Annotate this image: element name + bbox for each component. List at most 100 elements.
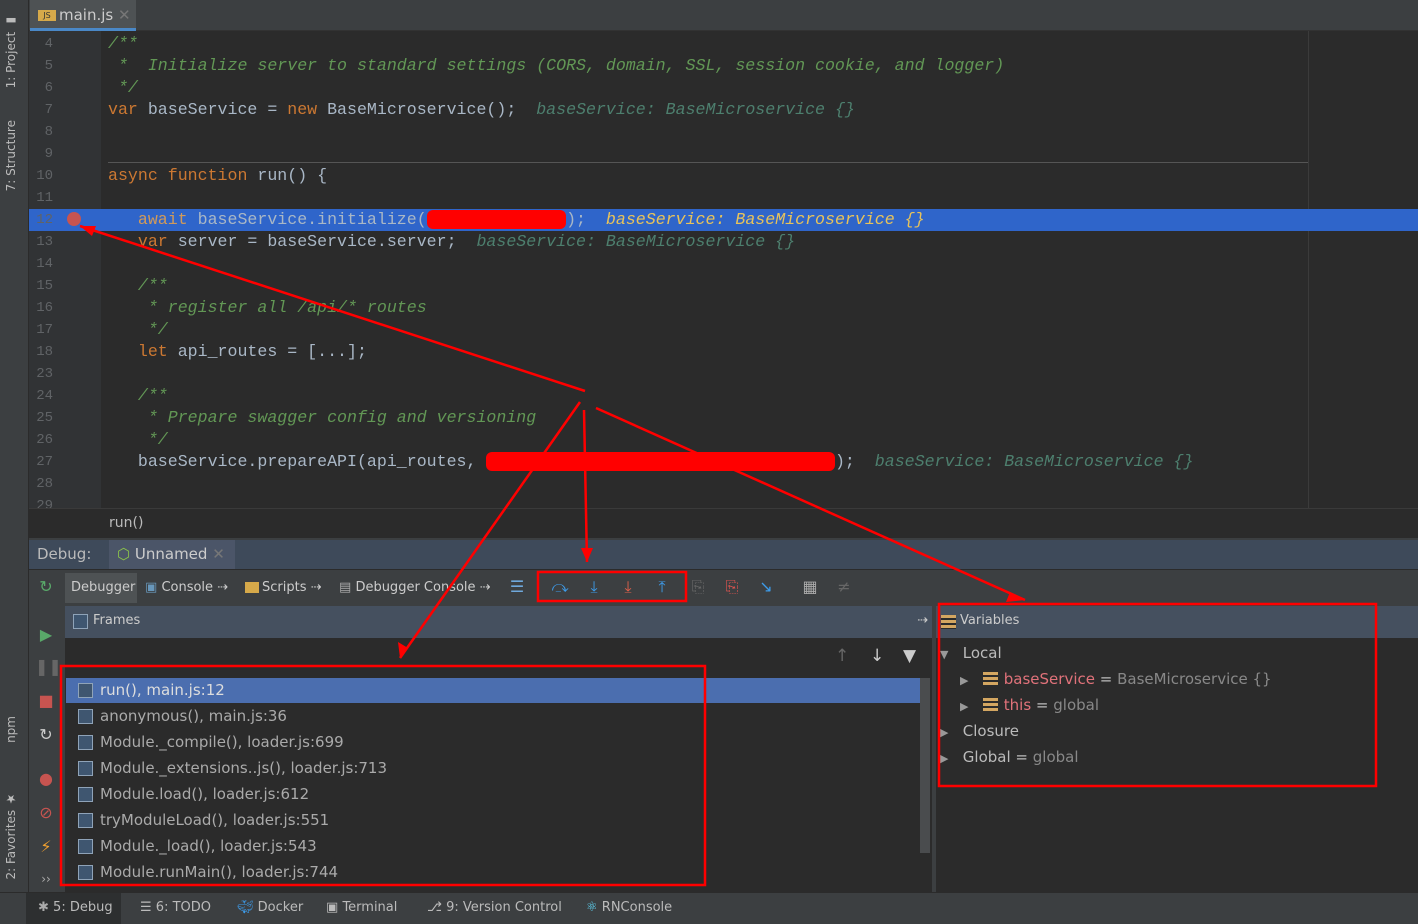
frame-row[interactable]: run(), main.js:12 xyxy=(66,678,922,703)
step-over-icon[interactable]: ⤼ xyxy=(549,576,571,598)
line-number[interactable]: 10 xyxy=(29,165,53,187)
line-number[interactable]: 4 xyxy=(29,33,53,55)
trace-icon[interactable]: ≠ xyxy=(833,576,855,598)
line-number[interactable]: 16 xyxy=(29,297,53,319)
frame-row[interactable]: Module._load(), loader.js:543 xyxy=(66,834,922,859)
pause-icon[interactable]: ❚❚ xyxy=(35,656,62,678)
line-number[interactable]: 11 xyxy=(29,187,53,209)
view-breakpoints-icon[interactable]: ● xyxy=(35,768,57,790)
line-number[interactable]: 5 xyxy=(29,55,53,77)
code-line[interactable]: 16 * register all /api/* routes xyxy=(29,297,1418,319)
code-line[interactable]: 23 xyxy=(29,363,1418,385)
code-editor[interactable]: 4 /** 5 * Initialize server to standard se… xyxy=(29,31,1418,508)
line-number[interactable]: 12 xyxy=(29,209,53,231)
run-to-cursor-icon[interactable]: ↘ xyxy=(755,576,777,598)
expand-icon[interactable]: ▶ xyxy=(960,674,968,687)
code-line[interactable]: 11 xyxy=(29,187,1418,209)
npm-tool-tab[interactable]: npm xyxy=(4,716,18,743)
frame-row[interactable]: Module.load(), loader.js:612 xyxy=(66,782,922,807)
line-number[interactable]: 26 xyxy=(29,429,53,451)
stop-icon[interactable]: ■ xyxy=(35,690,57,712)
code-line[interactable]: 17 */ xyxy=(29,319,1418,341)
line-number[interactable]: 27 xyxy=(29,451,53,473)
code-line[interactable]: 14 xyxy=(29,253,1418,275)
structure-tool-tab[interactable]: 7: Structure xyxy=(4,120,18,191)
lightning-icon[interactable]: ⚡ xyxy=(35,836,57,858)
frame-row[interactable]: anonymous(), main.js:36 xyxy=(66,704,922,729)
code-line[interactable]: 15 /** xyxy=(29,275,1418,297)
breadcrumb[interactable]: run() xyxy=(29,508,1418,538)
show-execution-point-icon[interactable]: ☰ xyxy=(506,576,528,598)
next-frame-icon[interactable]: ↓ xyxy=(870,646,884,666)
filter-icon[interactable]: ▼ xyxy=(903,646,916,666)
tree-node-closure[interactable]: ▶ Closure xyxy=(940,722,1019,740)
line-number[interactable]: 8 xyxy=(29,121,53,143)
tab-debugger[interactable]: Debugger xyxy=(65,573,137,603)
more-icon[interactable]: ›› xyxy=(35,868,57,890)
tab-scripts[interactable]: Scripts ⇢ xyxy=(245,573,322,603)
debug-tool-button[interactable]: ✱ 5: Debug xyxy=(26,893,121,924)
tab-debugger-console[interactable]: ▤ Debugger Console ⇢ xyxy=(339,573,491,603)
pin-icon[interactable]: ⇢ xyxy=(917,613,928,628)
line-number[interactable]: 9 xyxy=(29,143,53,165)
resume-icon[interactable]: ▶ xyxy=(35,624,57,646)
frames-scrollbar[interactable] xyxy=(920,678,930,853)
code-line[interactable]: 28 xyxy=(29,473,1418,495)
evaluate-expression-icon[interactable]: ▦ xyxy=(799,576,821,598)
code-line[interactable]: 7 var baseService = new BaseMicroservice(… xyxy=(29,99,1418,121)
code-line[interactable]: 18 let api_routes = [...]; xyxy=(29,341,1418,363)
frame-row[interactable]: Module._extensions..js(), loader.js:713 xyxy=(66,756,922,781)
previous-frame-icon[interactable]: ↑ xyxy=(835,646,849,666)
tab-console[interactable]: ▣ Console ⇢ xyxy=(145,573,228,603)
line-number[interactable]: 13 xyxy=(29,231,53,253)
code-line[interactable]: 25 * Prepare swagger config and versioni… xyxy=(29,407,1418,429)
force-return-icon[interactable]: ⎘ xyxy=(721,576,743,598)
code-line[interactable]: 6 */ xyxy=(29,77,1418,99)
expand-icon[interactable]: ▶ xyxy=(960,700,968,713)
rnconsole-tool-button[interactable]: ⚛ RNConsole xyxy=(586,900,672,915)
debug-session-tab[interactable]: ⬡ Unnamed ✕ xyxy=(109,540,235,569)
code-line[interactable]: 8 xyxy=(29,121,1418,143)
favorites-tool-tab[interactable]: 2: Favorites ★ xyxy=(4,792,18,880)
line-number[interactable]: 29 xyxy=(29,495,53,508)
tree-node-local[interactable]: ▼ Local xyxy=(940,644,1002,662)
line-number[interactable]: 24 xyxy=(29,385,53,407)
drop-frame-icon[interactable]: ⎘ xyxy=(687,576,709,598)
mute-breakpoints-icon[interactable]: ⊘ xyxy=(35,802,57,824)
step-out-icon[interactable]: ⤒ xyxy=(651,576,673,598)
code-line[interactable]: 5 * Initialize server to standard settin… xyxy=(29,55,1418,77)
frame-row[interactable]: Module.runMain(), loader.js:744 xyxy=(66,860,922,885)
frame-row[interactable]: tryModuleLoad(), loader.js:551 xyxy=(66,808,922,833)
code-line[interactable]: 29 xyxy=(29,495,1418,508)
tree-node-global[interactable]: ▶ Global = global xyxy=(940,748,1079,766)
todo-tool-button[interactable]: ☰ 6: TODO xyxy=(140,900,211,915)
close-session-icon[interactable]: ✕ xyxy=(212,545,225,563)
code-line[interactable]: 24 /** xyxy=(29,385,1418,407)
project-tool-tab[interactable]: 1: Project ▬ xyxy=(4,14,18,88)
line-number[interactable]: 17 xyxy=(29,319,53,341)
line-number[interactable]: 28 xyxy=(29,473,53,495)
line-number[interactable]: 14 xyxy=(29,253,53,275)
line-number[interactable]: 18 xyxy=(29,341,53,363)
rerun-icon[interactable]: ↻ xyxy=(35,576,57,598)
line-number[interactable]: 7 xyxy=(29,99,53,121)
code-line[interactable]: 10 async function run() { xyxy=(29,165,1418,187)
restart-icon[interactable]: ↻ xyxy=(35,724,57,746)
line-number[interactable]: 15 xyxy=(29,275,53,297)
frame-row[interactable]: Module._compile(), loader.js:699 xyxy=(66,730,922,755)
step-into-icon[interactable]: ⤓ xyxy=(583,576,605,598)
terminal-tool-button[interactable]: ▣ Terminal xyxy=(326,900,397,915)
tab-main-js[interactable]: JS main.js ✕ xyxy=(30,0,136,31)
version-control-tool-button[interactable]: ⎇ 9: Version Control xyxy=(427,900,562,915)
breakpoint-icon[interactable] xyxy=(67,212,81,226)
close-tab-icon[interactable]: ✕ xyxy=(118,6,131,24)
code-line[interactable]: 4 /** xyxy=(29,33,1418,55)
docker-tool-button[interactable]: 🐳︎ Docker xyxy=(237,900,303,915)
variable-row[interactable]: ▶ this = global xyxy=(960,696,1099,714)
line-number[interactable]: 25 xyxy=(29,407,53,429)
line-number[interactable]: 6 xyxy=(29,77,53,99)
code-line[interactable]: 27 baseService.prepareAPI(api_routes, );… xyxy=(29,451,1418,473)
variable-row[interactable]: ▶ baseService = BaseMicroservice {} xyxy=(960,670,1272,688)
code-line[interactable]: 26 */ xyxy=(29,429,1418,451)
code-line[interactable]: 13 var server = baseService.server; base… xyxy=(29,231,1418,253)
